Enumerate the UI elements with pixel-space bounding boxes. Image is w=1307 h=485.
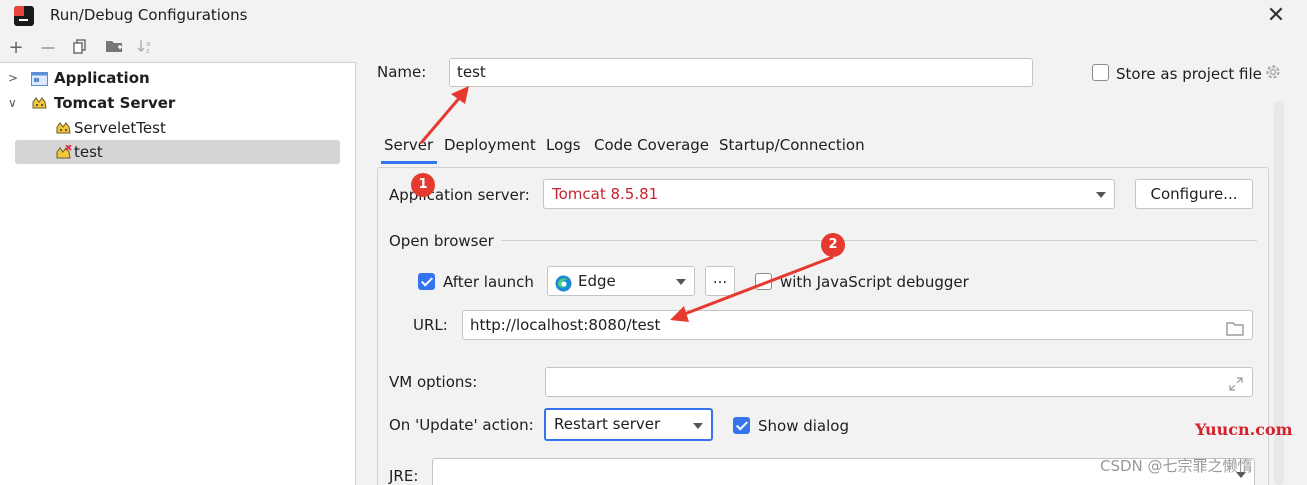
url-value: http://localhost:8080/test	[470, 316, 661, 334]
sort-icon[interactable]: az	[136, 38, 156, 58]
section-divider	[501, 240, 1257, 241]
open-browser-label: Open browser	[389, 232, 494, 250]
tab-logs[interactable]: Logs	[546, 136, 581, 154]
after-launch-checkbox[interactable]	[418, 273, 435, 290]
name-input[interactable]: test	[449, 58, 1033, 87]
tree-toolbar: + — az	[0, 33, 356, 63]
after-launch-label: After launch	[443, 273, 534, 291]
application-server-value: Tomcat 8.5.81	[552, 185, 659, 203]
tree-item-label: test	[74, 143, 103, 161]
vm-options-input[interactable]	[545, 367, 1253, 397]
watermark-author: CSDN @七宗罪之懒惰	[1100, 457, 1253, 475]
chevron-right-icon[interactable]: >	[8, 66, 22, 90]
chevron-down-icon[interactable]: ∨	[8, 91, 22, 115]
update-action-select[interactable]: Restart server	[544, 408, 713, 441]
tree-item-serveletest[interactable]: ServeletTest	[0, 116, 356, 140]
new-folder-icon[interactable]	[104, 38, 124, 58]
application-server-label: Application server:	[389, 186, 530, 204]
jre-label: JRE:	[389, 467, 419, 485]
chevron-down-icon	[1096, 192, 1106, 198]
tree-item-label: ServeletTest	[74, 119, 166, 137]
active-tab-indicator	[381, 161, 437, 164]
tree-item-test[interactable]: test	[15, 140, 340, 164]
application-icon	[31, 70, 48, 86]
update-action-label: On 'Update' action:	[389, 416, 534, 434]
browser-select[interactable]: Edge	[547, 266, 695, 296]
add-icon[interactable]: +	[6, 38, 26, 58]
store-as-project-file-label: Store as project file	[1116, 65, 1262, 83]
chevron-down-icon	[676, 279, 686, 285]
gear-icon[interactable]	[1264, 63, 1282, 85]
tree-item-application[interactable]: > Application	[0, 66, 356, 90]
store-as-project-file-checkbox[interactable]	[1092, 64, 1109, 81]
tab-server[interactable]: Server	[384, 136, 433, 154]
remove-icon[interactable]: —	[38, 38, 58, 58]
intellij-logo-icon	[14, 6, 34, 26]
tomcat-error-icon	[55, 144, 72, 160]
tomcat-icon	[31, 95, 48, 111]
tree-item-tomcat-server[interactable]: ∨ Tomcat Server	[0, 91, 356, 115]
configure-button[interactable]: Configure...	[1135, 179, 1253, 209]
copy-icon[interactable]	[70, 38, 90, 58]
browser-value: Edge	[578, 272, 616, 290]
vm-options-label: VM options:	[389, 373, 478, 391]
tree-item-label: Application	[54, 69, 150, 87]
js-debugger-label: with JavaScript debugger	[780, 273, 969, 291]
edge-browser-icon	[555, 273, 572, 292]
window-title: Run/Debug Configurations	[50, 6, 248, 24]
tab-startup-connection[interactable]: Startup/Connection	[719, 136, 865, 154]
annotation-badge-2: 2	[821, 233, 845, 257]
tab-deployment[interactable]: Deployment	[444, 136, 536, 154]
configurations-tree-panel: + — az > Application ∨ Tomcat Server Ser…	[0, 33, 356, 485]
folder-icon[interactable]	[1226, 317, 1244, 339]
close-button[interactable]: ✕	[1262, 2, 1290, 30]
update-action-value: Restart server	[554, 415, 661, 433]
expand-icon[interactable]	[1228, 374, 1244, 396]
application-server-select[interactable]: Tomcat 8.5.81	[543, 179, 1115, 209]
browser-settings-button[interactable]: ...	[705, 266, 735, 296]
url-input[interactable]: http://localhost:8080/test	[462, 310, 1253, 340]
watermark-site: Yuucn.com	[1195, 420, 1293, 439]
title-bar: Run/Debug Configurations ✕	[0, 0, 1307, 33]
tree-item-label: Tomcat Server	[54, 94, 176, 112]
configuration-form: Name: test Store as project file Server …	[357, 33, 1307, 485]
svg-text:z: z	[146, 47, 150, 54]
show-dialog-label: Show dialog	[758, 417, 849, 435]
js-debugger-checkbox[interactable]	[755, 273, 772, 290]
name-label: Name:	[377, 63, 427, 81]
tomcat-icon	[55, 120, 72, 136]
show-dialog-checkbox[interactable]	[733, 417, 750, 434]
url-label: URL:	[413, 316, 448, 334]
chevron-down-icon	[693, 423, 703, 429]
annotation-badge-1: 1	[411, 173, 435, 197]
tab-code-coverage[interactable]: Code Coverage	[594, 136, 709, 154]
